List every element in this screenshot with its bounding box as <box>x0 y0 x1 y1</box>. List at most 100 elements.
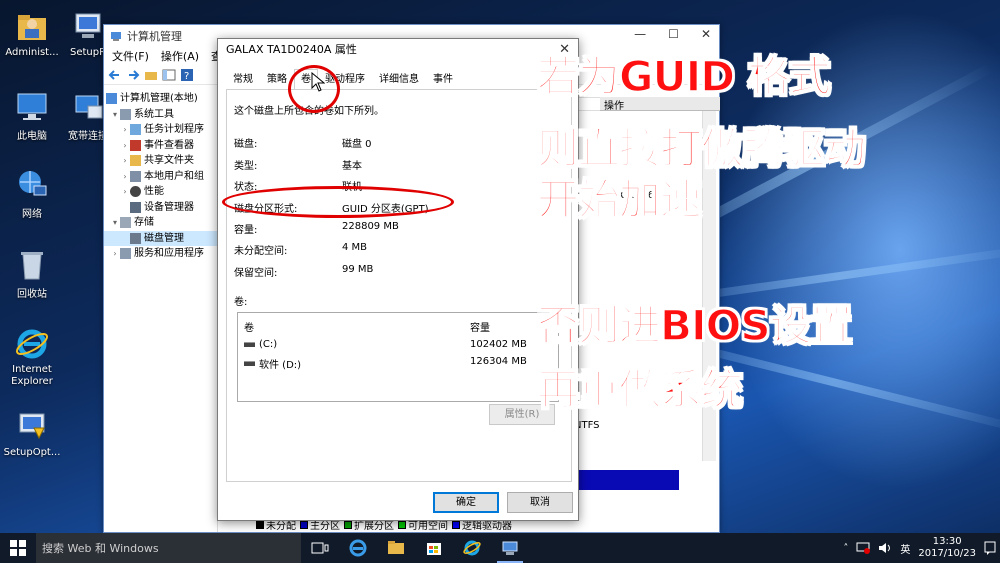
computer-management-icon <box>502 541 518 555</box>
chevron-right-icon[interactable]: › <box>120 184 130 200</box>
clock-time: 13:30 <box>932 536 962 547</box>
legend-swatch <box>300 520 308 529</box>
menu-file[interactable]: 文件(F) <box>106 48 155 64</box>
overlay-text-line5: 再重做系统 <box>536 365 744 415</box>
drive-icon <box>244 361 255 366</box>
desktop-icon-label: 回收站 <box>17 289 47 300</box>
taskbar-computer-management[interactable] <box>491 533 529 563</box>
desktop-icon-label: 网络 <box>22 209 42 220</box>
services-icon <box>120 248 131 260</box>
taskbar-edge[interactable] <box>339 533 377 563</box>
minimize-icon[interactable]: — <box>634 27 646 41</box>
volumes-header-capacity: 容量 <box>470 323 490 334</box>
network-icon <box>14 168 50 202</box>
tree-node-services-apps[interactable]: › 服务和应用程序 <box>104 246 217 262</box>
cancel-button[interactable]: 取消 <box>507 492 573 513</box>
ime-indicator[interactable]: 英 <box>900 541 910 556</box>
legend-swatch <box>452 520 460 529</box>
tree-node-shared-folders[interactable]: › 共享文件夹 <box>104 153 217 169</box>
volume-icon[interactable] <box>878 542 892 554</box>
dialog-tabs: 常规 策略 卷 驱动程序 详细信息 事件 <box>226 69 460 89</box>
drive-icon <box>244 342 255 347</box>
taskbar-ie[interactable] <box>453 533 491 563</box>
chevron-right-icon[interactable]: › <box>120 122 130 138</box>
volumes-caption: 卷: <box>234 297 248 308</box>
property-label-unallocated: 未分配空间: <box>234 246 288 257</box>
broadband-icon <box>70 90 106 124</box>
annotation-circle-partition-style <box>222 186 454 218</box>
help-icon[interactable]: ? <box>180 68 194 82</box>
volume-row[interactable]: (C:) 102402 MB <box>238 339 558 353</box>
tree-node-storage[interactable]: ▾ 存储 <box>104 215 217 231</box>
tree-node-local-users[interactable]: › 本地用户和组 <box>104 169 217 185</box>
property-label-disk: 磁盘: <box>234 139 258 150</box>
back-arrow-icon[interactable] <box>108 68 122 82</box>
tree-node-performance[interactable]: › 性能 <box>104 184 217 200</box>
cm-title: 计算机管理 <box>127 30 182 43</box>
desktop-icon-label: 此电脑 <box>17 131 47 142</box>
partition-bar[interactable] <box>574 470 679 490</box>
chevron-right-icon[interactable]: › <box>110 246 120 262</box>
taskbar-task-view[interactable] <box>301 533 339 563</box>
tab-general[interactable]: 常规 <box>226 69 260 89</box>
performance-icon <box>130 186 141 198</box>
chevron-up-icon[interactable]: ˄ <box>843 543 848 554</box>
taskbar-search-box[interactable]: 搜索 Web 和 Windows <box>36 533 301 563</box>
property-value-type: 基本 <box>342 161 362 172</box>
desktop-icon-administrator[interactable]: Administ... <box>0 10 64 58</box>
property-value-disk: 磁盘 0 <box>342 139 372 150</box>
desktop-icon-internet-explorer[interactable]: Internet Explorer <box>0 327 64 388</box>
taskbar-store[interactable] <box>415 533 453 563</box>
chevron-down-icon[interactable]: ▾ <box>110 215 120 231</box>
up-folder-icon[interactable] <box>144 68 158 82</box>
chevron-down-icon[interactable]: ▾ <box>110 107 120 123</box>
cm-tree: 计算机管理(本地) ▾ 系统工具 › 任务计划程序 › 事件查看器 › 共享文件夹 › 本… <box>104 87 218 532</box>
ie-icon <box>14 327 50 361</box>
volume-row[interactable]: 软件 (D:) 126304 MB <box>238 356 558 371</box>
event-icon <box>130 139 141 151</box>
edge-icon <box>349 539 367 557</box>
volumes-list[interactable]: 卷 容量 (C:) 102402 MB 软件 (D:) 126304 MB <box>237 312 559 402</box>
tree-node-device-manager[interactable]: 设备管理器 <box>104 200 217 216</box>
forward-arrow-icon[interactable] <box>126 68 140 82</box>
taskbar-file-explorer[interactable] <box>377 533 415 563</box>
tree-node-disk-management[interactable]: 磁盘管理 <box>104 230 217 246</box>
cm-window-controls: — ☐ ✕ <box>634 27 711 41</box>
property-value-capacity: 228809 MB <box>342 221 399 232</box>
desktop-icon-network[interactable]: 网络 <box>0 168 64 220</box>
tree-node-root[interactable]: 计算机管理(本地) <box>104 91 217 107</box>
desktop-icon-recycle-bin[interactable]: 回收站 <box>0 248 64 300</box>
start-button[interactable] <box>0 533 36 563</box>
network-status-icon[interactable] <box>856 542 871 554</box>
desktop-icon-setupopt[interactable]: SetupOpt... <box>0 410 64 458</box>
tree-node-task-scheduler[interactable]: › 任务计划程序 <box>104 122 217 138</box>
notification-icon[interactable] <box>984 541 996 555</box>
volume-name-cell: 软件 (D:) <box>244 356 301 371</box>
maximize-icon[interactable]: ☐ <box>668 27 679 41</box>
taskbar-clock[interactable]: 13:30 2017/10/23 <box>918 536 976 560</box>
desktop-icon-this-pc[interactable]: 此电脑 <box>0 90 64 142</box>
computer-management-icon <box>106 93 117 105</box>
user-folder-icon <box>14 10 50 44</box>
close-icon[interactable]: ✕ <box>701 27 711 41</box>
tree-node-system-tools[interactable]: ▾ 系统工具 <box>104 107 217 123</box>
disk-icon <box>130 232 141 244</box>
chevron-right-icon[interactable]: › <box>120 169 130 185</box>
volumes-header-name: 卷 <box>244 323 254 334</box>
show-tree-icon[interactable] <box>162 68 176 82</box>
tab-events[interactable]: 事件 <box>426 69 460 89</box>
users-icon <box>130 170 141 182</box>
recycle-bin-icon <box>14 248 50 282</box>
taskbar: 搜索 Web 和 Windows ˄ 英 13:30 2017/10/23 <box>0 533 1000 563</box>
menu-action[interactable]: 操作(A) <box>155 48 205 64</box>
overlay-text-line4: 否则进BIOS设置 <box>536 301 853 351</box>
ok-button[interactable]: 确定 <box>433 492 499 513</box>
tab-details[interactable]: 详细信息 <box>372 69 426 89</box>
desktop-icon-label: Administ... <box>5 47 59 58</box>
file-explorer-icon <box>388 541 404 554</box>
desktop-icon-label: Internet Explorer <box>11 364 53 387</box>
chevron-right-icon[interactable]: › <box>120 153 130 169</box>
overlay-text-line1: 若为GUID 格式 <box>536 52 831 102</box>
tree-node-event-viewer[interactable]: › 事件查看器 <box>104 138 217 154</box>
chevron-right-icon[interactable]: › <box>120 138 130 154</box>
